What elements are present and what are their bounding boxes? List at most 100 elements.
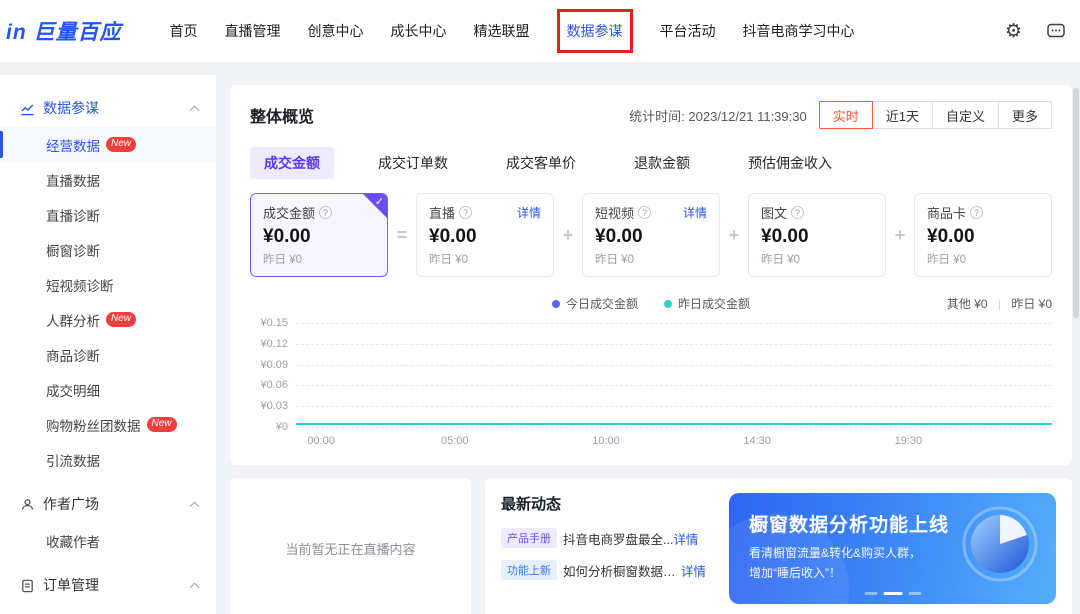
tab-order-count[interactable]: 成交订单数 xyxy=(364,147,462,179)
legend-label: 今日成交金额 xyxy=(566,295,638,312)
news-item[interactable]: 功能上新 如何分析橱窗数据，... 详情 xyxy=(501,560,713,580)
card-yesterday: 昨日 ¥0 xyxy=(595,251,707,267)
sidebar-section-author-plaza[interactable]: 作者广场 xyxy=(0,485,216,523)
item-label: 直播数据 xyxy=(46,170,100,190)
card-title: 直播 xyxy=(429,203,455,222)
scrollbar-track[interactable] xyxy=(1072,62,1080,614)
sidebar-item-transaction-detail[interactable]: 成交明细 xyxy=(0,372,216,407)
sidebar-item-live-data[interactable]: 直播数据 xyxy=(0,162,216,197)
legend-yesterday[interactable]: 昨日成交金额 xyxy=(664,295,750,312)
y-axis: ¥0.15 ¥0.12 ¥0.09 ¥0.06 ¥0.03 ¥0 xyxy=(250,323,296,427)
card-yesterday: 昨日 ¥0 xyxy=(429,251,541,267)
info-icon[interactable]: ? xyxy=(319,206,332,219)
info-icon[interactable]: ? xyxy=(459,206,472,219)
nav-item-home[interactable]: 首页 xyxy=(170,21,198,41)
check-icon: ✓ xyxy=(375,195,384,208)
settings-gear-icon[interactable]: ⚙ xyxy=(1005,22,1022,41)
custom-range-button[interactable]: 自定义 xyxy=(932,101,999,129)
y-tick: ¥0 xyxy=(276,421,288,433)
tab-gmv[interactable]: 成交金额 xyxy=(250,147,334,179)
main-content: 整体概览 统计时间: 2023/12/21 11:39:30 实时 近1天 自定… xyxy=(230,85,1072,614)
news-text: 抖音电商罗盘最全... xyxy=(563,529,673,548)
x-tick: 14:30 xyxy=(743,435,771,447)
carousel-dots xyxy=(864,592,921,595)
info-icon[interactable]: ? xyxy=(791,206,804,219)
sidebar-item-favorite-authors[interactable]: 收藏作者 xyxy=(0,523,216,558)
detail-link[interactable]: 详情 xyxy=(673,529,698,548)
bottom-row: 当前暂无正在直播内容 最新动态 产品手册 抖音电商罗盘最全... 详情 功能上新… xyxy=(230,478,1072,614)
sidebar-item-fan-club-data[interactable]: 购物粉丝团数据 New xyxy=(0,407,216,442)
divider: | xyxy=(998,297,1001,311)
carousel-dot[interactable] xyxy=(908,592,921,595)
item-label: 短视频诊断 xyxy=(46,275,114,295)
y-tick: ¥0.15 xyxy=(260,317,288,329)
section-label: 数据参谋 xyxy=(43,98,99,118)
other-amount: 其他 ¥0 xyxy=(947,297,988,311)
card-yesterday: 昨日 ¥0 xyxy=(927,251,1039,267)
clipboard-icon xyxy=(20,578,35,593)
card-short-video[interactable]: 短视频 ? 详情 ¥0.00 昨日 ¥0 xyxy=(582,193,720,277)
detail-link[interactable]: 详情 xyxy=(517,204,541,221)
promo-banner[interactable]: 橱窗数据分析功能上线 看清橱窗流量&转化&购买人群， 增加“睡后收入”！ xyxy=(729,493,1056,604)
nav-item-live-manage[interactable]: 直播管理 xyxy=(225,21,281,41)
carousel-dot-active[interactable] xyxy=(883,592,902,595)
sidebar-item-video-diagnosis[interactable]: 短视频诊断 xyxy=(0,267,216,302)
plus-operator: + xyxy=(720,193,748,277)
info-icon[interactable]: ? xyxy=(970,206,983,219)
item-label: 橱窗诊断 xyxy=(46,240,100,260)
tab-est-commission[interactable]: 预估佣金收入 xyxy=(734,147,846,179)
metric-tabs: 成交金额 成交订单数 成交客单价 退款金额 预估佣金收入 xyxy=(250,147,1052,179)
item-label: 成交明细 xyxy=(46,380,100,400)
pie-chart-graphic xyxy=(958,502,1042,589)
scrollbar-thumb[interactable] xyxy=(1073,88,1079,318)
card-image-text[interactable]: 图文 ? ¥0.00 昨日 ¥0 xyxy=(748,193,886,277)
card-product-card[interactable]: 商品卡 ? ¥0.00 昨日 ¥0 xyxy=(914,193,1052,277)
new-badge: New xyxy=(106,312,136,327)
sidebar-section-order-manage[interactable]: 订单管理 xyxy=(0,566,216,604)
sidebar-item-live-diagnosis[interactable]: 直播诊断 xyxy=(0,197,216,232)
sidebar-item-traffic-data[interactable]: 引流数据 xyxy=(0,442,216,477)
news-item[interactable]: 产品手册 抖音电商罗盘最全... 详情 xyxy=(501,528,713,548)
detail-link[interactable]: 详情 xyxy=(681,561,706,580)
sidebar-item-product-diagnosis[interactable]: 商品诊断 xyxy=(0,337,216,372)
legend-today[interactable]: 今日成交金额 xyxy=(552,295,638,312)
tab-refund-amount[interactable]: 退款金额 xyxy=(620,147,704,179)
x-tick: 10:00 xyxy=(592,435,620,447)
chart-icon xyxy=(20,101,35,116)
metric-cards-row: ✓ 成交金额 ? ¥0.00 昨日 ¥0 = 直播 ? 详情 ¥0.00 昨日 … xyxy=(250,193,1052,277)
card-value: ¥0.00 xyxy=(429,226,541,248)
tab-avg-order-value[interactable]: 成交客单价 xyxy=(492,147,590,179)
last-1day-button[interactable]: 近1天 xyxy=(872,101,933,129)
sidebar-item-audience-analysis[interactable]: 人群分析 New xyxy=(0,302,216,337)
carousel-dot[interactable] xyxy=(864,592,877,595)
news-tag: 产品手册 xyxy=(501,528,557,548)
x-axis: 00:00 05:00 10:00 14:30 19:30 xyxy=(296,431,1052,453)
page-title: 整体概览 xyxy=(250,103,314,127)
nav-item-platform-activity[interactable]: 平台活动 xyxy=(660,21,716,41)
card-gmv-total[interactable]: ✓ 成交金额 ? ¥0.00 昨日 ¥0 xyxy=(250,193,388,277)
new-badge: New xyxy=(106,137,136,152)
app-logo[interactable]: in 巨量百应 xyxy=(6,16,122,46)
card-live[interactable]: 直播 ? 详情 ¥0.00 昨日 ¥0 xyxy=(416,193,554,277)
nav-item-data-advisor[interactable]: 数据参谋 xyxy=(557,9,633,53)
legend-dot-yesterday xyxy=(664,300,672,308)
plus-operator: + xyxy=(554,193,582,277)
sidebar-item-business-data[interactable]: 经营数据 New xyxy=(0,127,216,162)
nav-item-alliance[interactable]: 精选联盟 xyxy=(474,21,530,41)
live-empty-text: 当前暂无正在直播内容 xyxy=(285,539,415,558)
card-value: ¥0.00 xyxy=(927,226,1039,248)
legend-dot-today xyxy=(552,300,560,308)
info-icon[interactable]: ? xyxy=(638,206,651,219)
y-tick: ¥0.09 xyxy=(260,359,288,371)
detail-link[interactable]: 详情 xyxy=(683,204,707,221)
plus-operator: + xyxy=(886,193,914,277)
more-button[interactable]: 更多 xyxy=(998,101,1052,129)
realtime-button[interactable]: 实时 xyxy=(819,101,873,129)
sidebar-section-data-advisor[interactable]: 数据参谋 xyxy=(0,89,216,127)
sidebar-item-showcase-diagnosis[interactable]: 橱窗诊断 xyxy=(0,232,216,267)
message-bubble-icon[interactable] xyxy=(1046,21,1066,41)
nav-item-growth-center[interactable]: 成长中心 xyxy=(391,21,447,41)
nav-item-learning-center[interactable]: 抖音电商学习中心 xyxy=(743,21,855,41)
item-label: 商品诊断 xyxy=(46,345,100,365)
nav-item-creative-center[interactable]: 创意中心 xyxy=(308,21,364,41)
